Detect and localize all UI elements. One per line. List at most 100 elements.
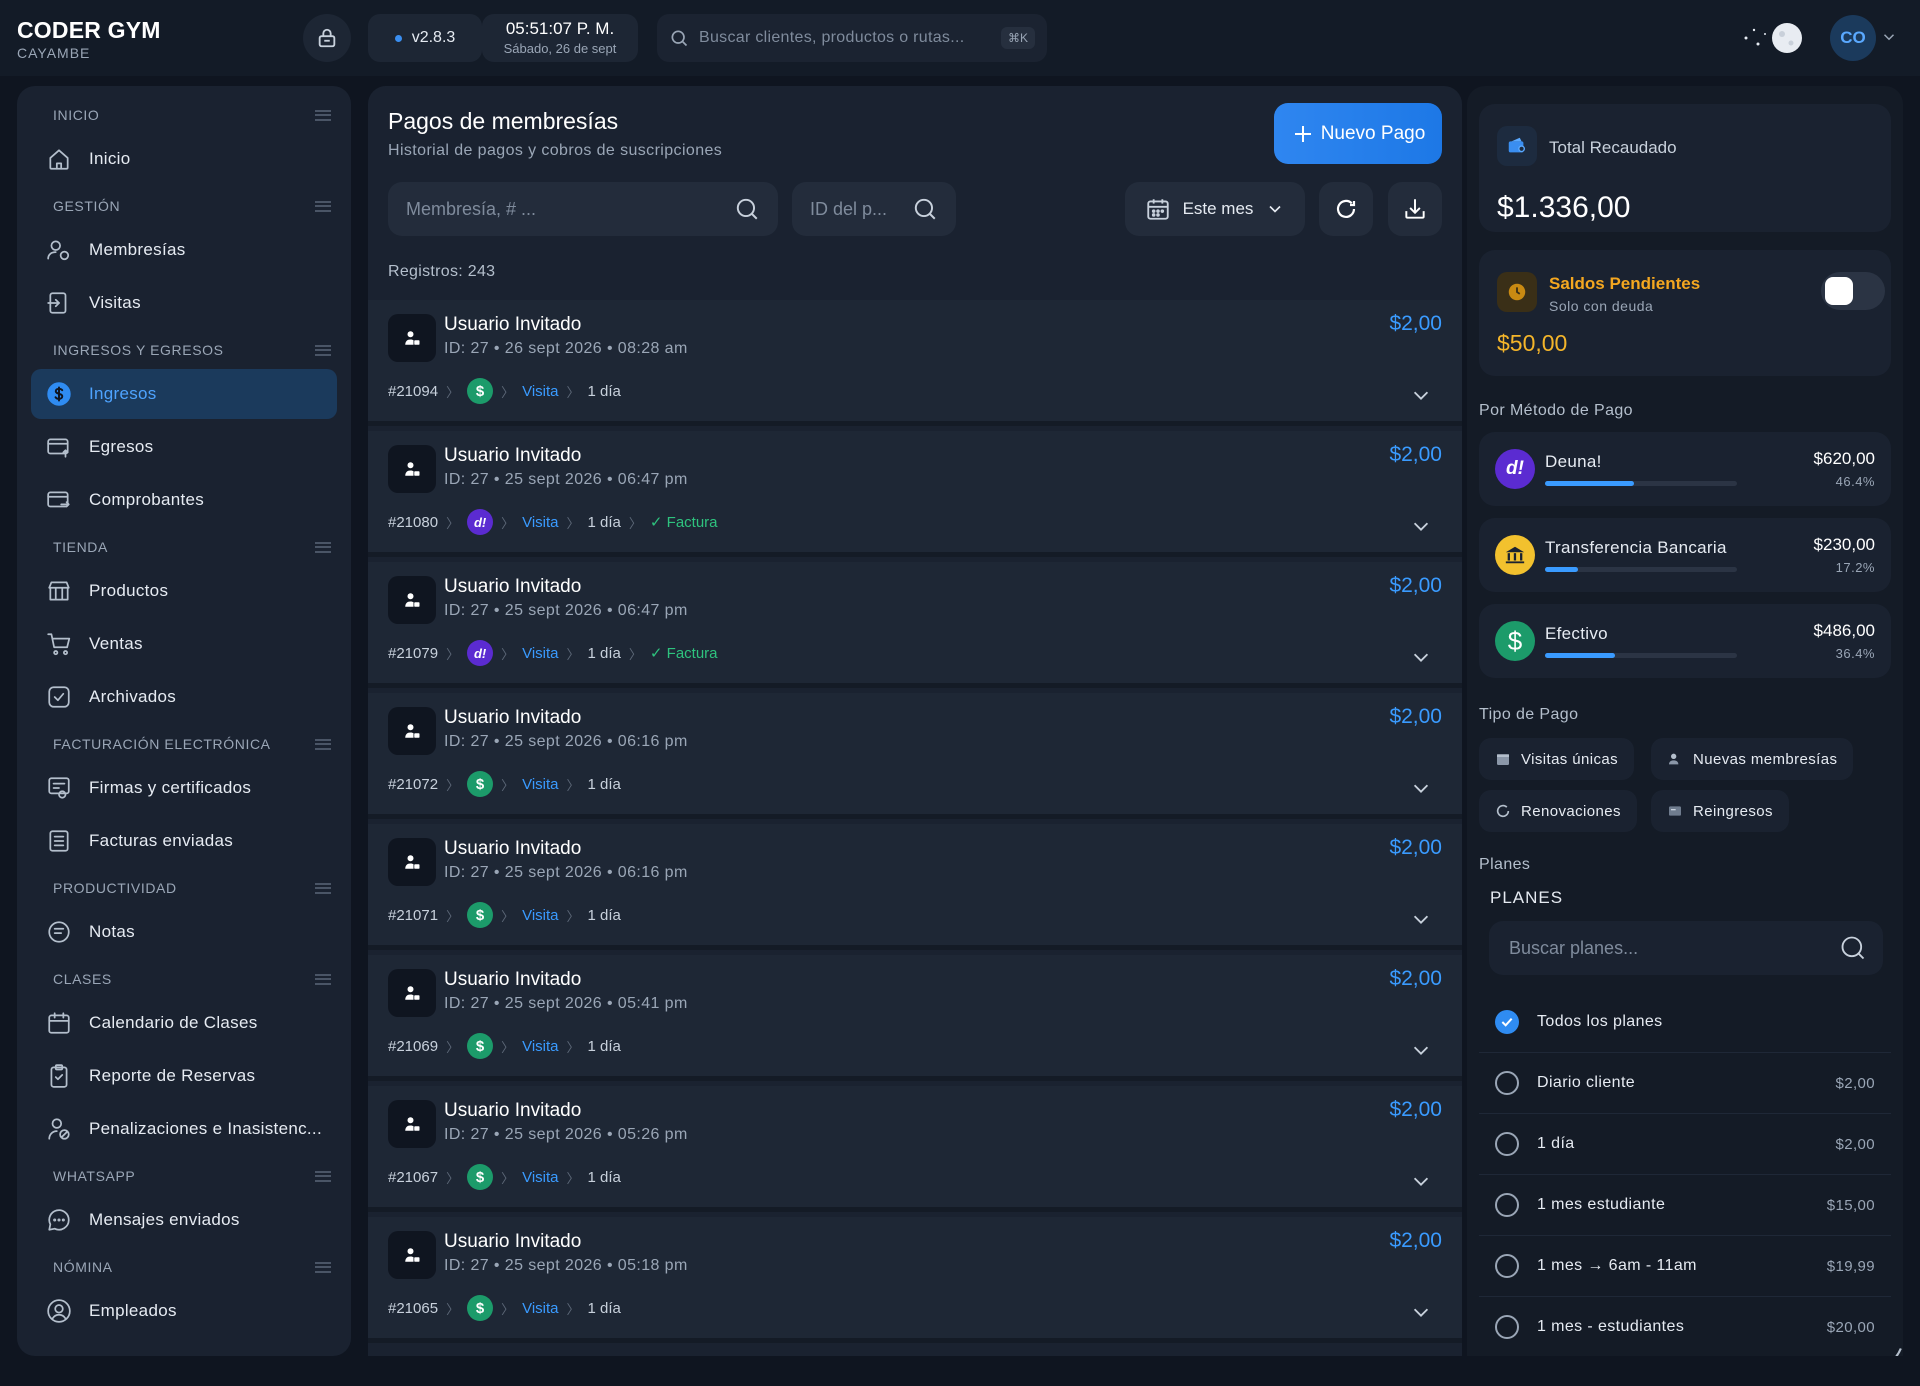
sidebar-item-reporte-de-reservas[interactable]: Reporte de Reservas bbox=[31, 1051, 337, 1101]
sidebar-section-header[interactable]: INICIO bbox=[31, 96, 337, 134]
payment-method-card[interactable]: Transferencia Bancaria $230,00 17.2% bbox=[1479, 518, 1891, 592]
plans-search-input[interactable]: Buscar planes... bbox=[1489, 921, 1883, 975]
menu-icon[interactable] bbox=[315, 1261, 331, 1273]
sidebar-item-facturas-enviadas[interactable]: Facturas enviadas bbox=[31, 816, 337, 866]
payment-type-tag[interactable]: Visita bbox=[522, 1038, 558, 1055]
lock-button[interactable] bbox=[303, 14, 351, 62]
plan-option[interactable]: Diario cliente $2,00 bbox=[1479, 1053, 1891, 1114]
new-payment-button[interactable]: Nuevo Pago bbox=[1274, 103, 1442, 164]
sidebar-section-header[interactable]: PRODUCTIVIDAD bbox=[31, 869, 337, 907]
chevron-down-icon[interactable] bbox=[1410, 1039, 1432, 1061]
payment-row[interactable]: Usuario Invitado ID: 27 • 26 sept 2026 •… bbox=[368, 300, 1462, 426]
plan-option[interactable]: 1 mes → 6am - 11am $19,99 bbox=[1479, 1236, 1891, 1297]
theme-toggle[interactable] bbox=[1738, 18, 1808, 58]
sidebar-item-ingresos[interactable]: Ingresos bbox=[31, 369, 337, 419]
chip-single-visits[interactable]: Visitas únicas bbox=[1479, 738, 1635, 780]
payment-type-tag[interactable]: Visita bbox=[522, 776, 558, 793]
radio-icon[interactable] bbox=[1495, 1071, 1519, 1095]
payment-method-card[interactable]: $ Efectivo $486,00 36.4% bbox=[1479, 604, 1891, 678]
payment-type-tag[interactable]: Visita bbox=[522, 383, 558, 400]
sidebar-item-inicio[interactable]: Inicio bbox=[31, 134, 337, 184]
version-badge[interactable]: v2.8.3 bbox=[368, 14, 482, 62]
plan-tag: 1 día bbox=[587, 775, 621, 793]
payment-type-tag[interactable]: Visita bbox=[522, 645, 558, 662]
radio-icon[interactable] bbox=[1495, 1132, 1519, 1156]
sidebar-item-calendario-de-clases[interactable]: Calendario de Clases bbox=[31, 998, 337, 1048]
payment-type-tag[interactable]: Visita bbox=[522, 907, 558, 924]
payment-type-tag[interactable]: Visita bbox=[522, 1169, 558, 1186]
chevron-down-icon[interactable] bbox=[1410, 1301, 1432, 1323]
payment-amount: $2,00 bbox=[1389, 705, 1442, 728]
sidebar-item-comprobantes[interactable]: Comprobantes bbox=[31, 475, 337, 525]
chevron-down-icon[interactable] bbox=[1410, 1170, 1432, 1192]
sidebar-item-visitas[interactable]: Visitas bbox=[31, 278, 337, 328]
radio-icon[interactable] bbox=[1495, 1193, 1519, 1217]
chevron-down-icon[interactable] bbox=[1410, 777, 1432, 799]
sidebar-item-firmas-y-certificados[interactable]: Firmas y certificados bbox=[31, 763, 337, 813]
membership-search-input[interactable]: Membresía, # ... bbox=[388, 182, 778, 236]
plan-option[interactable]: Todos los planes bbox=[1479, 992, 1891, 1053]
pending-only-toggle[interactable] bbox=[1821, 272, 1885, 310]
brand[interactable]: CODER GYM CAYAMBE bbox=[17, 17, 161, 61]
payment-code: #21067 bbox=[388, 1168, 439, 1186]
sidebar-item-penalizaciones-e-inasistenc[interactable]: Penalizaciones e Inasistenc... bbox=[31, 1104, 337, 1154]
menu-icon[interactable] bbox=[315, 344, 331, 356]
resize-handle-icon[interactable] bbox=[1877, 1342, 1903, 1356]
menu-icon[interactable] bbox=[315, 973, 331, 985]
plan-option[interactable]: 1 día $2,00 bbox=[1479, 1114, 1891, 1175]
sidebar-item-productos[interactable]: Productos bbox=[31, 566, 337, 616]
sidebar-item-ventas[interactable]: Ventas bbox=[31, 619, 337, 669]
payment-row[interactable]: Usuario Invitado ID: 27 • 25 sept 2026 •… bbox=[368, 824, 1462, 950]
menu-icon[interactable] bbox=[315, 738, 331, 750]
sidebar-section-header[interactable]: WHATSAPP bbox=[31, 1157, 337, 1195]
radio-icon[interactable] bbox=[1495, 1254, 1519, 1278]
payer-name: Usuario Invitado bbox=[444, 838, 582, 859]
payment-row[interactable]: Usuario Invitado ID: 27 • 25 sept 2026 •… bbox=[368, 1217, 1462, 1343]
chevron-down-icon[interactable] bbox=[1880, 28, 1898, 46]
chevron-down-icon[interactable] bbox=[1410, 515, 1432, 537]
sidebar-item-notas[interactable]: Notas bbox=[31, 907, 337, 957]
payment-method-card[interactable]: d! Deuna! $620,00 46.4% bbox=[1479, 432, 1891, 506]
plan-option[interactable]: 1 mes - estudiantes $20,00 bbox=[1479, 1297, 1891, 1356]
global-search-placeholder: Buscar clientes, productos o rutas... bbox=[699, 29, 965, 46]
payment-amount: $2,00 bbox=[1389, 443, 1442, 466]
menu-icon[interactable] bbox=[315, 882, 331, 894]
sidebar-section-header[interactable]: NÓMINA bbox=[31, 1248, 337, 1286]
refresh-button[interactable] bbox=[1319, 182, 1373, 236]
payment-type-tag[interactable]: Visita bbox=[522, 514, 558, 531]
payment-row[interactable]: Usuario Invitado ID: 27 • 25 sept 2026 •… bbox=[368, 431, 1462, 557]
menu-icon[interactable] bbox=[315, 1170, 331, 1182]
sidebar-section-header[interactable]: INGRESOS Y EGRESOS bbox=[31, 331, 337, 369]
payment-row[interactable]: Usuario Invitado ID: 27 • 25 sept 2026 •… bbox=[368, 1086, 1462, 1212]
radio-icon[interactable] bbox=[1495, 1315, 1519, 1339]
sidebar-section-header[interactable]: TIENDA bbox=[31, 528, 337, 566]
chip-renewals[interactable]: Renovaciones bbox=[1479, 790, 1637, 832]
menu-icon[interactable] bbox=[315, 541, 331, 553]
period-select[interactable]: Este mes bbox=[1125, 182, 1305, 236]
global-search[interactable]: Buscar clientes, productos o rutas... ⌘K bbox=[657, 14, 1047, 62]
radio-checked-icon[interactable] bbox=[1495, 1010, 1519, 1034]
payment-row[interactable]: Usuario Invitado ID: 27 • 25 sept 2026 •… bbox=[368, 693, 1462, 819]
chevron-down-icon[interactable] bbox=[1410, 646, 1432, 668]
chevron-down-icon[interactable] bbox=[1410, 908, 1432, 930]
chip-new-memberships[interactable]: Nuevas membresías bbox=[1651, 738, 1854, 780]
menu-icon[interactable] bbox=[315, 200, 331, 212]
sidebar-item-egresos[interactable]: Egresos bbox=[31, 422, 337, 472]
sidebar-item-archivados[interactable]: Archivados bbox=[31, 672, 337, 722]
plan-option[interactable]: 1 mes estudiante $15,00 bbox=[1479, 1175, 1891, 1236]
chevron-down-icon[interactable] bbox=[1410, 384, 1432, 406]
avatar[interactable]: CO bbox=[1830, 15, 1876, 61]
menu-icon[interactable] bbox=[315, 109, 331, 121]
payment-type-tag[interactable]: Visita bbox=[522, 1300, 558, 1317]
sidebar-item-mensajes-enviados[interactable]: Mensajes enviados bbox=[31, 1195, 337, 1245]
sidebar-item-membresías[interactable]: Membresías bbox=[31, 225, 337, 275]
export-button[interactable] bbox=[1388, 182, 1442, 236]
payment-id-input[interactable]: ID del p... bbox=[792, 182, 956, 236]
payment-row[interactable]: Usuario Invitado ID: 27 • 25 sept 2026 •… bbox=[368, 955, 1462, 1081]
sidebar-section-header[interactable]: GESTIÓN bbox=[31, 187, 337, 225]
sidebar-section-header[interactable]: FACTURACIÓN ELECTRÓNICA bbox=[31, 725, 337, 763]
payment-row[interactable]: Usuario Invitado ID: 27 • 25 sept 2026 •… bbox=[368, 562, 1462, 688]
sidebar-item-empleados[interactable]: Empleados bbox=[31, 1286, 337, 1336]
sidebar-section-header[interactable]: CLASES bbox=[31, 960, 337, 998]
chip-reentries[interactable]: Reingresos bbox=[1651, 790, 1789, 832]
